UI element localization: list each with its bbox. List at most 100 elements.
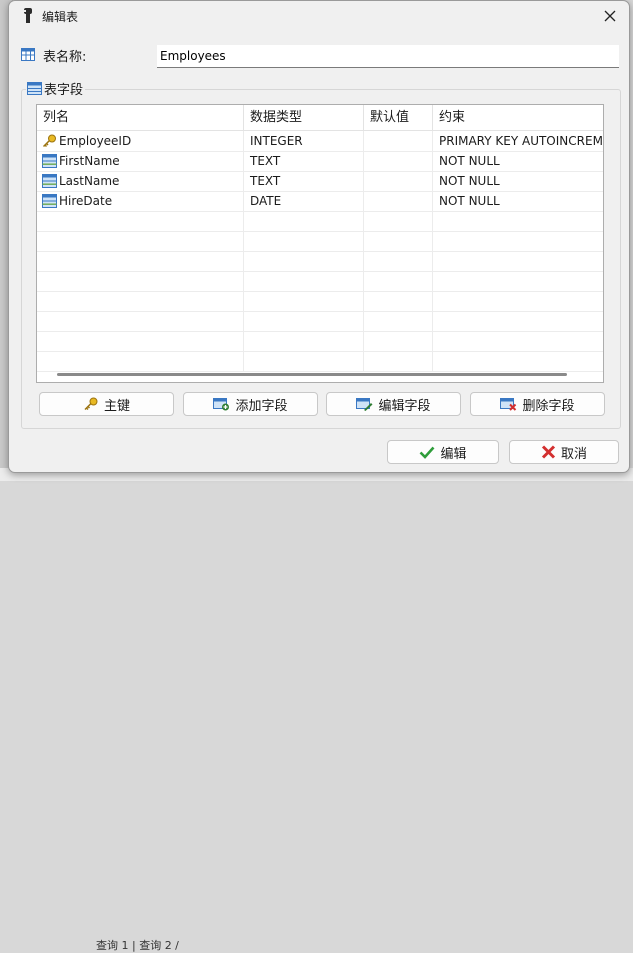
edit-field-button[interactable]: 编辑字段 <box>326 392 461 416</box>
cancel-button[interactable]: 取消 <box>509 440 619 464</box>
empty-row <box>37 231 603 252</box>
key-icon <box>42 134 56 148</box>
cell-default <box>364 311 433 331</box>
cell-constraint <box>433 291 603 311</box>
cell-default <box>364 351 433 371</box>
empty-row <box>37 331 603 352</box>
cell-name <box>37 331 244 351</box>
table-row[interactable]: HireDate DATE NOT NULL <box>37 191 603 212</box>
cell-name <box>37 291 244 311</box>
cell-constraint: PRIMARY KEY AUTOINCREMENT <box>433 131 603 151</box>
cell-default <box>364 251 433 271</box>
cell-constraint <box>433 331 603 351</box>
cell-text: NOT NULL <box>439 154 500 168</box>
cell-default <box>364 211 433 231</box>
cell-constraint <box>433 251 603 271</box>
check-icon <box>420 446 435 459</box>
empty-row <box>37 211 603 232</box>
cell-type: TEXT <box>244 171 364 191</box>
cell-constraint: NOT NULL <box>433 171 603 191</box>
key-icon <box>84 397 98 411</box>
fields-icon <box>27 82 42 95</box>
cell-constraint <box>433 231 603 251</box>
cell-constraint: NOT NULL <box>433 191 603 211</box>
empty-row <box>37 351 603 372</box>
delete-field-button[interactable]: 删除字段 <box>470 392 605 416</box>
cell-constraint <box>433 351 603 371</box>
cell-default <box>364 331 433 351</box>
table-icon <box>21 48 35 61</box>
primary-key-label: 主键 <box>103 398 130 414</box>
cell-name <box>37 351 244 371</box>
grid-header: 列名 数据类型 默认值 约束 <box>37 105 603 131</box>
cell-type <box>244 271 364 291</box>
cell-default <box>364 231 433 251</box>
table-row[interactable]: EmployeeID INTEGER PRIMARY KEY AUTOINCREME… <box>37 131 603 152</box>
edit-field-icon <box>356 398 373 411</box>
cell-text: FirstName <box>59 154 120 168</box>
cell-default <box>364 131 433 151</box>
table-name-label: 表名称: <box>43 50 87 65</box>
delete-field-icon <box>500 398 517 411</box>
column-header-name[interactable]: 列名 <box>37 105 244 130</box>
cell-name <box>37 211 244 231</box>
fields-grid[interactable]: 列名 数据类型 默认值 约束 EmployeeID INTEGER PRIMARY … <box>36 104 604 383</box>
cell-name: LastName <box>37 171 244 191</box>
add-field-label: 添加字段 <box>235 398 288 414</box>
delete-field-label: 删除字段 <box>522 398 575 414</box>
cell-text: LastName <box>59 174 120 188</box>
cell-text: HireDate <box>59 194 113 208</box>
ok-button[interactable]: 编辑 <box>387 440 499 464</box>
cell-name: FirstName <box>37 151 244 171</box>
cell-text: NOT NULL <box>439 194 500 208</box>
dialog-title: 编辑表 <box>42 10 79 24</box>
cell-constraint <box>433 271 603 291</box>
edit-field-label: 编辑字段 <box>378 398 431 414</box>
add-field-button[interactable]: 添加字段 <box>183 392 318 416</box>
cell-type: INTEGER <box>244 131 364 151</box>
cell-type <box>244 211 364 231</box>
background-query-tabs: 查询 1 | 查询 2 / <box>96 939 179 952</box>
cell-type <box>244 251 364 271</box>
column-header-constraint[interactable]: 约束 <box>433 105 603 130</box>
ok-label: 编辑 <box>440 446 467 462</box>
cell-text: EmployeeID <box>59 134 132 148</box>
horizontal-scrollbar[interactable] <box>57 373 567 376</box>
cell-text: DATE <box>250 194 282 208</box>
edit-table-dialog: 编辑表 表名称: 表字段 列名 数据类型 默认值 约束 Empl <box>8 0 630 473</box>
cell-name: HireDate <box>37 191 244 211</box>
column-header-default[interactable]: 默认值 <box>364 105 433 130</box>
table-row[interactable]: LastName TEXT NOT NULL <box>37 171 603 192</box>
cell-type: TEXT <box>244 151 364 171</box>
cell-type <box>244 291 364 311</box>
cell-name: EmployeeID <box>37 131 244 151</box>
app-icon <box>23 8 32 23</box>
cell-name <box>37 311 244 331</box>
cell-constraint <box>433 211 603 231</box>
close-icon <box>604 10 616 22</box>
dialog-titlebar: 编辑表 <box>9 1 629 31</box>
cell-default <box>364 171 433 191</box>
empty-row <box>37 311 603 332</box>
cell-type: DATE <box>244 191 364 211</box>
cell-default <box>364 151 433 171</box>
cell-constraint: NOT NULL <box>433 151 603 171</box>
cell-text: NOT NULL <box>439 174 500 188</box>
cell-type <box>244 351 364 371</box>
empty-row <box>37 291 603 312</box>
table-fields-title: 表字段 <box>44 83 84 98</box>
primary-key-button[interactable]: 主键 <box>39 392 174 416</box>
cell-default <box>364 271 433 291</box>
table-name-input[interactable] <box>157 45 619 68</box>
cell-name <box>37 231 244 251</box>
field-icon <box>42 154 57 168</box>
cell-default <box>364 291 433 311</box>
table-row[interactable]: FirstName TEXT NOT NULL <box>37 151 603 172</box>
field-icon <box>42 174 57 188</box>
column-header-type[interactable]: 数据类型 <box>244 105 364 130</box>
close-button[interactable] <box>599 5 621 27</box>
empty-row <box>37 271 603 292</box>
empty-row <box>37 251 603 272</box>
field-icon <box>42 194 57 208</box>
cell-name <box>37 271 244 291</box>
